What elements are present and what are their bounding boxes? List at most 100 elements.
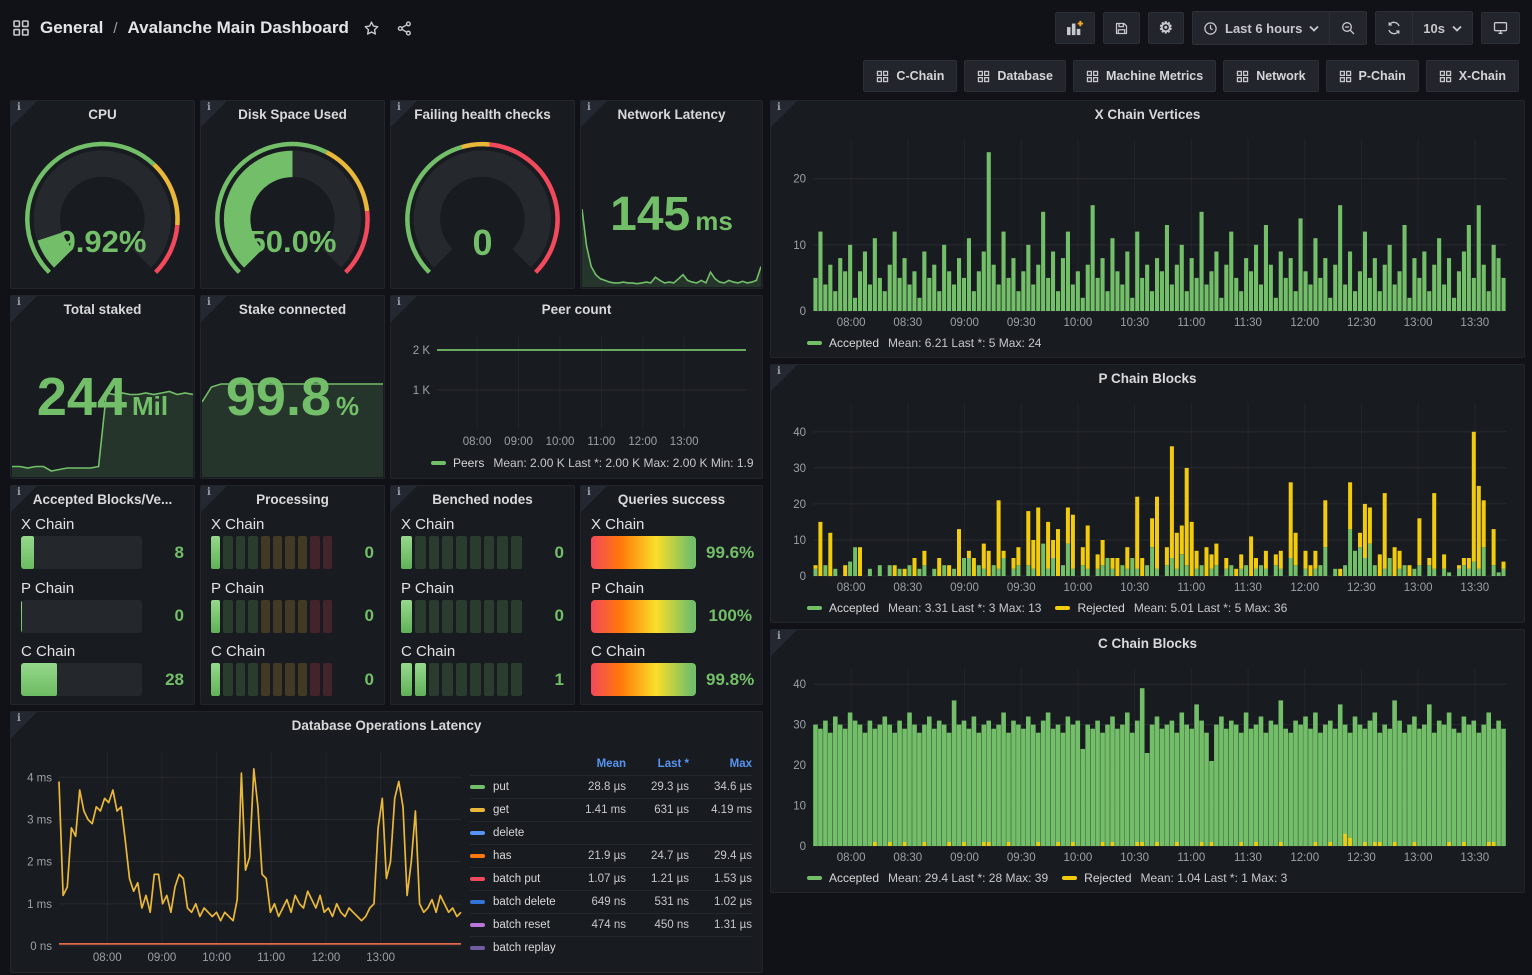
peer-count-chart[interactable]: 08:0009:0010:0011:0012:0013:002 K1 K [397, 328, 754, 450]
disk-value: 50.0% [201, 224, 384, 260]
panel-info-corner[interactable] [201, 486, 227, 512]
refresh-button[interactable] [1376, 12, 1412, 44]
panel-queries-success: i Queries success X Chain 99.6% P Chain … [580, 485, 763, 705]
processing-body: X Chain 0 P Chain 0 C Chain 0 [211, 516, 374, 696]
series-name[interactable]: batch reset [493, 919, 550, 931]
panel-title[interactable]: Peer count [391, 296, 762, 324]
panel-title[interactable]: Queries success [581, 486, 762, 514]
svg-text:09:30: 09:30 [1007, 317, 1036, 329]
grafana-dashboard: General / Avalanche Main Dashboard [0, 0, 1532, 975]
legend-swatch [470, 854, 485, 858]
svg-text:12:00: 12:00 [628, 436, 657, 448]
save-icon [1114, 21, 1129, 36]
svg-text:40: 40 [793, 427, 806, 439]
panel-info-corner[interactable] [11, 296, 37, 322]
panel-title[interactable]: Benched nodes [391, 486, 574, 514]
legend-swatch [807, 606, 822, 610]
legend-series-name[interactable]: Peers [453, 456, 484, 470]
panel-info-corner[interactable] [581, 486, 607, 512]
panel-info-corner[interactable] [771, 630, 797, 656]
column-header-max[interactable]: Max [689, 758, 752, 770]
time-range-picker[interactable]: Last 6 hours [1193, 12, 1329, 44]
panel-info-corner[interactable] [771, 101, 797, 127]
panel-info-corner[interactable] [391, 101, 417, 127]
svg-text:10:30: 10:30 [1120, 317, 1149, 329]
p-chain-blocks-chart[interactable]: 08:0008:3009:0009:3010:0010:3011:0011:30… [777, 395, 1514, 596]
panel-info-corner[interactable] [391, 296, 417, 322]
panel-title[interactable]: Stake connected [201, 296, 384, 324]
link-network[interactable]: Network [1223, 60, 1318, 92]
row-value: 8 [152, 543, 184, 563]
dashboard-title[interactable]: Avalanche Main Dashboard [127, 18, 348, 38]
legend-series-name[interactable]: Rejected [1077, 601, 1124, 615]
svg-text:08:30: 08:30 [893, 582, 922, 594]
panel-title[interactable]: X Chain Vertices [771, 101, 1524, 129]
save-dashboard-button[interactable] [1103, 12, 1140, 44]
panel-title[interactable]: Accepted Blocks/Ve... [11, 486, 194, 514]
series-name[interactable]: put [493, 781, 509, 793]
share-icon[interactable] [396, 20, 413, 37]
series-name[interactable]: delete [493, 827, 524, 839]
panel-info-corner[interactable] [201, 296, 227, 322]
table-row: put 28.8 µs29.3 µs34.6 µs [470, 775, 752, 798]
panel-title[interactable]: CPU [11, 101, 194, 129]
dashboard-link-icon [876, 70, 889, 83]
panel-title[interactable]: Processing [201, 486, 384, 514]
panel-info-corner[interactable] [391, 486, 417, 512]
refresh-interval-picker[interactable]: 10s [1412, 12, 1472, 44]
column-header-last[interactable]: Last * [626, 758, 689, 770]
panel-info-corner[interactable] [771, 365, 797, 391]
panel-info-corner[interactable] [11, 712, 37, 738]
panel-info-corner[interactable] [581, 101, 607, 127]
legend-swatch [1055, 606, 1070, 610]
link-machine-metrics[interactable]: Machine Metrics [1073, 60, 1216, 92]
panel-title[interactable]: Failing health checks [391, 101, 574, 129]
breadcrumb-section[interactable]: General [40, 18, 103, 38]
panel-info-corner[interactable] [201, 101, 227, 127]
legend-series-name[interactable]: Accepted [829, 601, 879, 615]
panel-title[interactable]: Total staked [11, 296, 194, 324]
panel-info-corner[interactable] [11, 486, 37, 512]
dashboard-settings-button[interactable]: ⚙ [1148, 12, 1184, 44]
panel-x-chain-vertices: i X Chain Vertices 08:0008:3009:0009:301… [770, 100, 1525, 358]
refresh-interval-label: 10s [1423, 21, 1445, 36]
legend-series-name[interactable]: Accepted [829, 336, 879, 350]
series-name[interactable]: batch delete [493, 896, 556, 908]
series-name[interactable]: batch replay [493, 942, 556, 954]
series-name[interactable]: get [493, 804, 509, 816]
link-p-chain[interactable]: P-Chain [1326, 60, 1419, 92]
link-label: Database [997, 69, 1053, 83]
series-name[interactable]: has [493, 850, 512, 862]
series-name[interactable]: batch put [493, 873, 540, 885]
panel-info-corner[interactable] [11, 101, 37, 127]
link-database[interactable]: Database [964, 60, 1066, 92]
dashboards-grid-icon[interactable] [12, 19, 30, 37]
legend-series-name[interactable]: Accepted [829, 871, 879, 885]
c-chain-blocks-chart[interactable]: 08:0008:3009:0009:3010:0010:3011:0011:30… [777, 660, 1514, 866]
link-label: P-Chain [1359, 69, 1406, 83]
panel-title[interactable]: Network Latency [581, 101, 762, 129]
legend-series-name[interactable]: Rejected [1084, 871, 1131, 885]
bargauge-row: P Chain 0 [21, 580, 184, 633]
row-label: P Chain [21, 580, 184, 597]
panel-title[interactable]: P Chain Blocks [771, 365, 1524, 393]
svg-text:09:00: 09:00 [950, 582, 979, 594]
column-header-mean[interactable]: Mean [563, 758, 626, 770]
x-chain-vertices-chart[interactable]: 08:0008:3009:0009:3010:0010:3011:0011:30… [777, 131, 1514, 331]
led-cells [211, 663, 332, 696]
legend-series-stats: Mean: 29.4 Last *: 28 Max: 39 [888, 871, 1048, 885]
row-value: 0 [342, 606, 374, 626]
row-value: 0 [342, 543, 374, 563]
panel-title[interactable]: Disk Space Used [201, 101, 384, 129]
gradient-row: X Chain 99.6% [591, 516, 752, 569]
star-icon[interactable] [363, 20, 380, 37]
add-panel-button[interactable] [1055, 12, 1095, 44]
legend-swatch [470, 900, 485, 904]
zoom-out-time-button[interactable] [1329, 12, 1366, 44]
link-c-chain[interactable]: C-Chain [863, 60, 957, 92]
link-x-chain[interactable]: X-Chain [1426, 60, 1519, 92]
panel-title[interactable]: C Chain Blocks [771, 630, 1524, 658]
kiosk-mode-button[interactable] [1481, 12, 1520, 44]
db-latency-chart[interactable]: 08:0009:0010:0011:0012:0013:004 ms3 ms2 … [17, 744, 469, 966]
panel-title[interactable]: Database Operations Latency [11, 712, 762, 740]
